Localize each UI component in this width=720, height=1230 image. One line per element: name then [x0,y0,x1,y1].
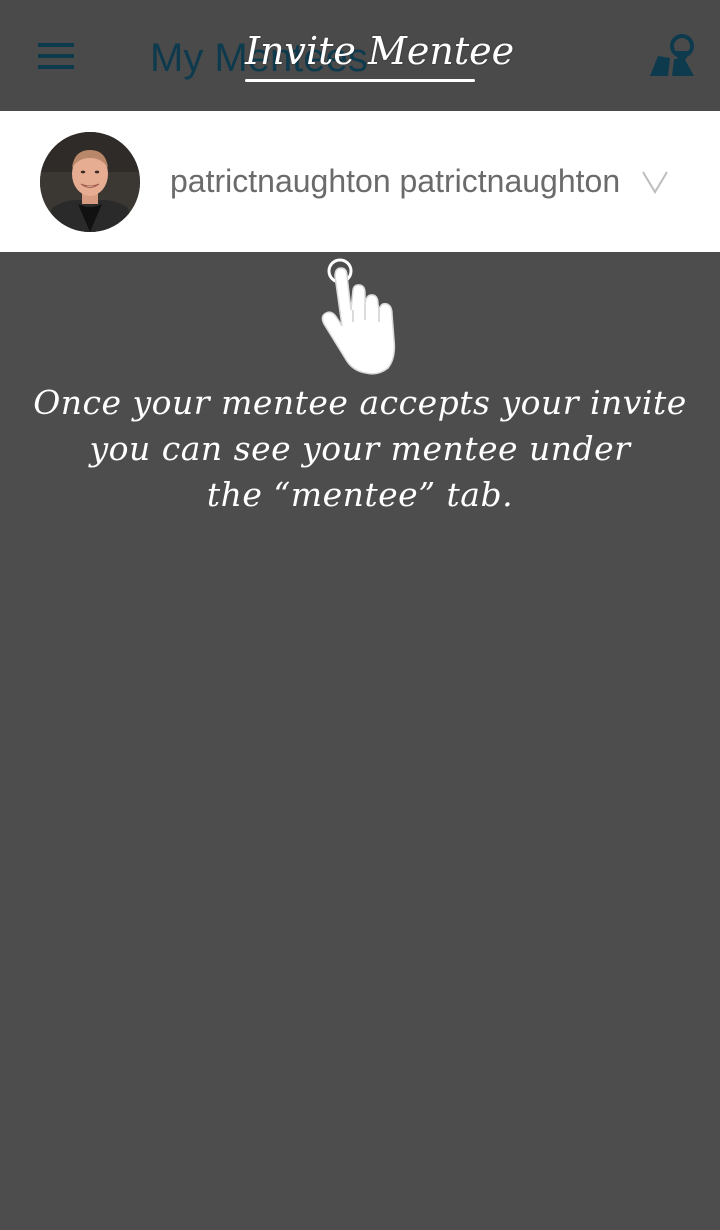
avatar [40,132,140,232]
hint-line: you can see your mentee under [89,429,631,468]
map-button[interactable] [644,32,700,80]
invite-hint-text: Once your mentee accepts your invite you… [30,380,690,518]
hint-line: Once your mentee accepts your invite [33,383,687,422]
app-screen: My Mentees Invite Mentee patrictnaughton… [0,0,720,1230]
hint-line: the “mentee” tab. [206,475,514,514]
menu-button[interactable] [26,32,86,80]
app-header: My Mentees Invite Mentee [0,0,720,111]
profile-dropdown-button[interactable] [640,169,670,195]
mentor-name: patrictnaughton patrictnaughton [170,163,621,199]
invite-mentee-title[interactable]: Invite Mentee [245,26,514,84]
mentor-profile-card[interactable]: patrictnaughton patrictnaughton [0,111,720,252]
chevron-down-icon [642,171,668,194]
title-underline [245,79,475,82]
tap-hand-icon [318,258,404,376]
map-pin-icon [650,34,694,76]
hamburger-menu-icon [38,43,74,69]
